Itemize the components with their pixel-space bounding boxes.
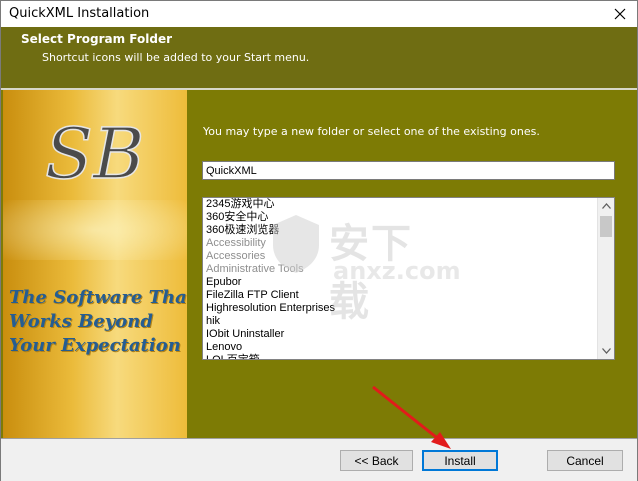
folder-list-item[interactable]: IObit Uninstaller (203, 328, 614, 341)
folder-list-item[interactable]: 360极速浏览器 (203, 224, 614, 237)
folder-list-item[interactable]: Lenovo (203, 341, 614, 354)
folder-list-item[interactable]: LOL百宝箱 (203, 354, 614, 359)
folder-list-item[interactable]: Epubor (203, 276, 614, 289)
install-button[interactable]: Install (422, 450, 498, 471)
folder-items: 2345游戏中心 360安全中心 360极速浏览器 Accessibility Acce… (203, 198, 614, 359)
header-title: Select Program Folder (21, 32, 173, 46)
installer-window: QuickXML Installation Select Program Fol… (0, 0, 638, 481)
program-folder-input[interactable] (202, 161, 615, 180)
folder-list-item[interactable]: Administrative Tools (203, 263, 614, 276)
close-icon (614, 8, 626, 20)
scroll-up-button[interactable] (598, 198, 614, 214)
sb-logo-text: SB (45, 113, 144, 195)
wizard-footer: << Back Install Cancel (1, 438, 637, 481)
banner-slogan: The Software That Works Beyond Your Expe… (9, 287, 187, 356)
scroll-thumb[interactable] (600, 216, 612, 237)
back-button[interactable]: << Back (340, 450, 413, 471)
sb-logo: SB (44, 112, 145, 196)
side-banner: SB The Software That Works Beyond Your E… (3, 90, 187, 438)
folder-instruction: You may type a new folder or select one … (203, 125, 540, 138)
folder-list-item[interactable]: FileZilla FTP Client (203, 289, 614, 302)
header-subtitle: Shortcut icons will be added to your Sta… (42, 51, 310, 64)
chevron-up-icon (601, 203, 611, 209)
chevron-down-icon (601, 348, 611, 354)
folder-list-scrollbar[interactable] (597, 198, 614, 359)
wizard-content: SB The Software That Works Beyond Your E… (1, 90, 637, 438)
folder-list-item[interactable]: 2345游戏中心 (203, 198, 614, 211)
folder-list-item[interactable]: 360安全中心 (203, 211, 614, 224)
window-title: QuickXML Installation (9, 6, 150, 21)
cancel-button[interactable]: Cancel (547, 450, 623, 471)
scroll-down-button[interactable] (598, 343, 614, 359)
folder-list-item[interactable]: hik (203, 315, 614, 328)
close-button[interactable] (603, 1, 637, 27)
folder-list-item[interactable]: Accessories (203, 250, 614, 263)
folder-list-item[interactable]: Accessibility (203, 237, 614, 250)
existing-folders-list[interactable]: 2345游戏中心 360安全中心 360极速浏览器 Accessibility Acce… (202, 197, 615, 360)
wizard-header: Select Program Folder Shortcut icons wil… (1, 27, 637, 88)
title-bar: QuickXML Installation (1, 1, 637, 27)
folder-list-item[interactable]: Highresolution Enterprises (203, 302, 614, 315)
